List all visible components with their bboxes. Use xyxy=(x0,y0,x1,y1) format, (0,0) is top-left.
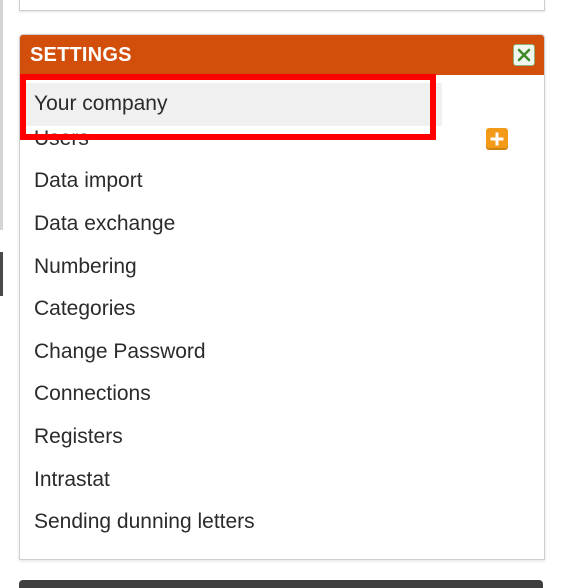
page: SETTINGS Your company Users Data import … xyxy=(0,0,574,588)
settings-header: SETTINGS xyxy=(20,35,544,75)
plus-icon xyxy=(490,132,504,146)
menu-item-intrastat[interactable]: Intrastat xyxy=(20,458,544,501)
menu-item-label: Registers xyxy=(34,425,123,449)
menu-item-label: Sending dunning letters xyxy=(34,510,255,534)
close-button[interactable] xyxy=(513,44,535,66)
menu-item-data-exchange[interactable]: Data exchange xyxy=(20,203,544,246)
menu-item-label: Change Password xyxy=(34,339,206,363)
previous-panel-edge xyxy=(19,0,545,11)
menu-item-connections[interactable]: Connections xyxy=(20,373,544,416)
menu-item-users[interactable]: Users xyxy=(20,118,544,161)
close-icon xyxy=(517,48,531,62)
next-panel-header-edge xyxy=(19,580,543,588)
menu-item-label: Data import xyxy=(34,169,143,193)
settings-title: SETTINGS xyxy=(30,43,132,66)
menu-item-change-password[interactable]: Change Password xyxy=(20,331,544,374)
settings-menu: Your company Users Data import Data exch… xyxy=(20,83,544,544)
menu-item-sending-dunning-letters[interactable]: Sending dunning letters xyxy=(20,501,544,544)
menu-item-label: Data exchange xyxy=(34,212,176,236)
menu-item-categories[interactable]: Categories xyxy=(20,288,544,331)
menu-item-label: Intrastat xyxy=(34,467,110,491)
left-edge-handle xyxy=(0,252,3,296)
menu-item-label: Categories xyxy=(34,297,136,321)
add-user-button[interactable] xyxy=(486,127,508,150)
menu-item-label: Your company xyxy=(34,92,168,116)
menu-item-label: Numbering xyxy=(34,254,137,278)
menu-item-data-import[interactable]: Data import xyxy=(20,160,544,203)
left-edge-divider xyxy=(0,0,3,230)
menu-item-registers[interactable]: Registers xyxy=(20,416,544,459)
settings-panel: SETTINGS Your company Users Data import … xyxy=(19,34,545,560)
menu-item-numbering[interactable]: Numbering xyxy=(20,245,544,288)
menu-item-label: Users xyxy=(34,126,89,150)
menu-item-label: Connections xyxy=(34,382,151,406)
